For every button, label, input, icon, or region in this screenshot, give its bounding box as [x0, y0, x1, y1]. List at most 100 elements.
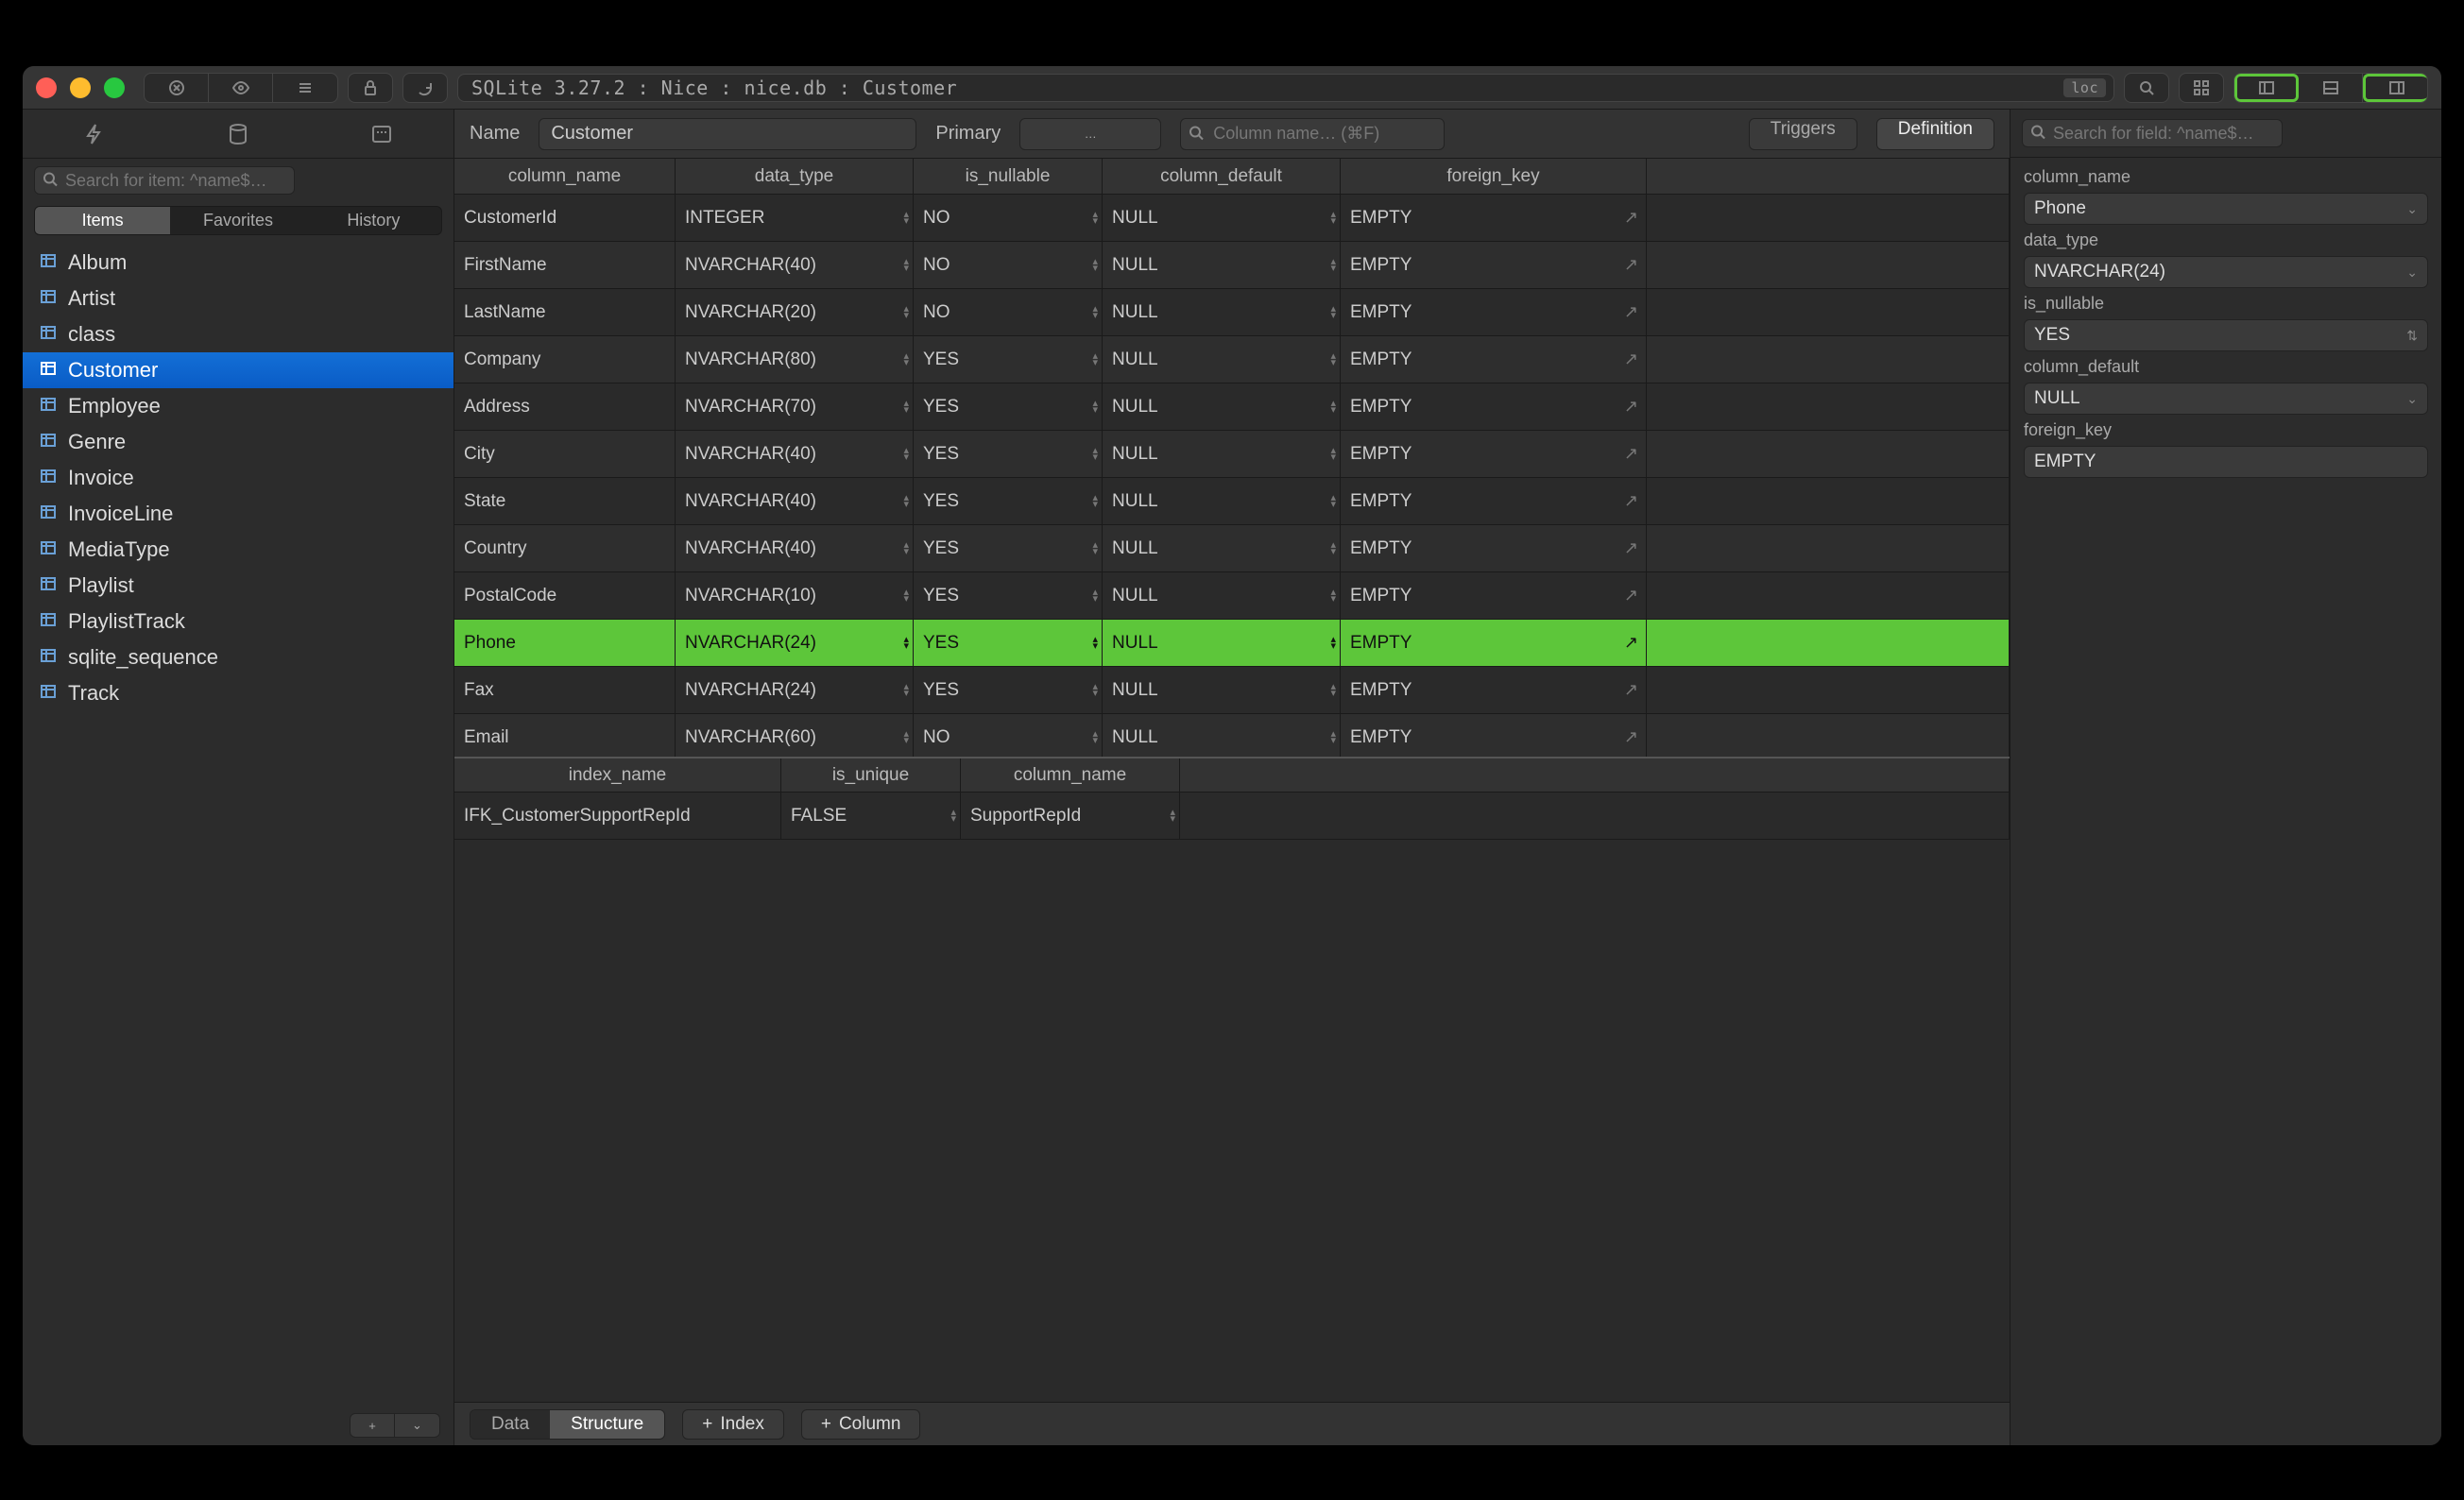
cell-is-nullable[interactable]: NO▴▾ — [914, 714, 1103, 757]
insp-field-column-name[interactable]: Phone⌄ — [2024, 193, 2428, 225]
stepper-icon[interactable]: ▴▾ — [903, 212, 909, 225]
cell-data-type[interactable]: NVARCHAR(40)▴▾ — [676, 525, 914, 571]
cell-is-nullable[interactable]: YES▴▾ — [914, 525, 1103, 571]
cell-data-type[interactable]: NVARCHAR(60)▴▾ — [676, 714, 914, 757]
stepper-icon[interactable]: ▴▾ — [1330, 542, 1336, 555]
zoom-window-button[interactable] — [104, 77, 125, 98]
structure-tab[interactable]: Structure — [550, 1410, 664, 1439]
header-is-nullable[interactable]: is_nullable — [914, 159, 1103, 194]
arrow-out-icon[interactable]: ↗ — [1624, 680, 1638, 700]
column-row[interactable]: StateNVARCHAR(40)▴▾YES▴▾NULL▴▾EMPTY↗ — [454, 478, 2010, 525]
tab-favorites[interactable]: Favorites — [170, 207, 305, 234]
stepper-icon[interactable]: ▴▾ — [903, 637, 909, 650]
cell-column-default[interactable]: NULL▴▾ — [1103, 384, 1341, 430]
column-row[interactable]: FaxNVARCHAR(24)▴▾YES▴▾NULL▴▾EMPTY↗ — [454, 667, 2010, 714]
cell-is-nullable[interactable]: YES▴▾ — [914, 336, 1103, 383]
cell-data-type[interactable]: INTEGER▴▾ — [676, 195, 914, 241]
cell-foreign-key[interactable]: EMPTY↗ — [1341, 478, 1647, 524]
arrow-out-icon[interactable]: ↗ — [1624, 397, 1638, 417]
sidebar-item[interactable]: Track — [23, 675, 453, 711]
cell-is-nullable[interactable]: YES▴▾ — [914, 667, 1103, 713]
stepper-icon[interactable]: ▴▾ — [1092, 353, 1098, 366]
cell-column-name[interactable]: Fax — [454, 667, 676, 713]
inspector-search-input[interactable] — [2022, 119, 2283, 147]
stepper-icon[interactable]: ▴▾ — [1330, 259, 1336, 272]
column-row[interactable]: CustomerIdINTEGER▴▾NO▴▾NULL▴▾EMPTY↗ — [454, 195, 2010, 242]
stepper-icon[interactable]: ▴▾ — [1092, 589, 1098, 603]
insp-field-is-nullable[interactable]: YES⇅ — [2024, 319, 2428, 351]
reload-button[interactable] — [402, 73, 448, 103]
activity-tab[interactable] — [76, 120, 113, 148]
stepper-icon[interactable]: ▴▾ — [903, 542, 909, 555]
stepper-icon[interactable]: ▴▾ — [1092, 401, 1098, 414]
cell-column-name[interactable]: Company — [454, 336, 676, 383]
search-button[interactable] — [2124, 73, 2169, 103]
database-tab[interactable] — [219, 120, 257, 148]
cell-is-nullable[interactable]: YES▴▾ — [914, 384, 1103, 430]
column-row[interactable]: CountryNVARCHAR(40)▴▾YES▴▾NULL▴▾EMPTY↗ — [454, 525, 2010, 572]
sidebar-item[interactable]: Genre — [23, 424, 453, 460]
header-column-name[interactable]: column_name — [454, 159, 676, 194]
header-foreign-key[interactable]: foreign_key — [1341, 159, 1647, 194]
minimize-window-button[interactable] — [70, 77, 91, 98]
sidebar-item[interactable]: Employee — [23, 388, 453, 424]
header-data-type[interactable]: data_type — [676, 159, 914, 194]
cell-column-name[interactable]: Phone — [454, 620, 676, 666]
stepper-icon[interactable]: ▴▾ — [1330, 353, 1336, 366]
cell-column-name[interactable]: Country — [454, 525, 676, 571]
stepper-icon[interactable]: ▴▾ — [1092, 495, 1098, 508]
insp-field-foreign-key[interactable]: EMPTY — [2024, 446, 2428, 478]
cell-column-default[interactable]: NULL▴▾ — [1103, 478, 1341, 524]
insp-field-data-type[interactable]: NVARCHAR(24)⌄ — [2024, 256, 2428, 288]
cell-data-type[interactable]: NVARCHAR(10)▴▾ — [676, 572, 914, 619]
cell-is-nullable[interactable]: YES▴▾ — [914, 620, 1103, 666]
column-row[interactable]: LastNameNVARCHAR(20)▴▾NO▴▾NULL▴▾EMPTY↗ — [454, 289, 2010, 336]
arrow-out-icon[interactable]: ↗ — [1624, 727, 1638, 747]
stepper-icon[interactable]: ▴▾ — [903, 495, 909, 508]
cell-is-nullable[interactable]: NO▴▾ — [914, 289, 1103, 335]
tab-items[interactable]: Items — [35, 207, 170, 234]
sidebar-item[interactable]: sqlite_sequence — [23, 639, 453, 675]
column-row[interactable]: PostalCodeNVARCHAR(10)▴▾YES▴▾NULL▴▾EMPTY… — [454, 572, 2010, 620]
cell-foreign-key[interactable]: EMPTY↗ — [1341, 242, 1647, 288]
sidebar-item[interactable]: MediaType — [23, 532, 453, 568]
sql-tab[interactable] — [363, 120, 401, 148]
column-row[interactable]: CompanyNVARCHAR(80)▴▾YES▴▾NULL▴▾EMPTY↗ — [454, 336, 2010, 384]
cell-is-nullable[interactable]: YES▴▾ — [914, 431, 1103, 477]
cell-data-type[interactable]: NVARCHAR(24)▴▾ — [676, 620, 914, 666]
sidebar-item[interactable]: Playlist — [23, 568, 453, 604]
cell-foreign-key[interactable]: EMPTY↗ — [1341, 667, 1647, 713]
table-name-input[interactable] — [539, 118, 916, 150]
stepper-icon[interactable]: ▴▾ — [950, 810, 956, 823]
header-column-default[interactable]: column_default — [1103, 159, 1341, 194]
stepper-icon[interactable]: ▴▾ — [1170, 810, 1175, 823]
stepper-icon[interactable]: ▴▾ — [1330, 589, 1336, 603]
column-row[interactable]: EmailNVARCHAR(60)▴▾NO▴▾NULL▴▾EMPTY↗ — [454, 714, 2010, 757]
cell-column-default[interactable]: NULL▴▾ — [1103, 242, 1341, 288]
cell-foreign-key[interactable]: EMPTY↗ — [1341, 289, 1647, 335]
header-is-unique[interactable]: is_unique — [781, 759, 961, 792]
stepper-icon[interactable]: ▴▾ — [1330, 401, 1336, 414]
cell-column-default[interactable]: NULL▴▾ — [1103, 620, 1341, 666]
cell-foreign-key[interactable]: EMPTY↗ — [1341, 714, 1647, 757]
cell-column-name[interactable]: City — [454, 431, 676, 477]
sidebar-item[interactable]: Customer — [23, 352, 453, 388]
stepper-icon[interactable]: ▴▾ — [1092, 448, 1098, 461]
cell-is-nullable[interactable]: NO▴▾ — [914, 195, 1103, 241]
cell-column-name[interactable]: Address — [454, 384, 676, 430]
arrow-out-icon[interactable]: ↗ — [1624, 208, 1638, 228]
stepper-icon[interactable]: ▴▾ — [903, 401, 909, 414]
stepper-icon[interactable]: ▴▾ — [1092, 306, 1098, 319]
cell-is-nullable[interactable]: YES▴▾ — [914, 478, 1103, 524]
cell-data-type[interactable]: NVARCHAR(40)▴▾ — [676, 431, 914, 477]
cell-is-nullable[interactable]: NO▴▾ — [914, 242, 1103, 288]
cell-data-type[interactable]: NVARCHAR(40)▴▾ — [676, 242, 914, 288]
cell-column-name[interactable]: State — [454, 478, 676, 524]
stepper-icon[interactable]: ▴▾ — [903, 684, 909, 697]
arrow-out-icon[interactable]: ↗ — [1624, 444, 1638, 464]
header-index-column[interactable]: column_name — [961, 759, 1180, 792]
cell-column-default[interactable]: NULL▴▾ — [1103, 431, 1341, 477]
cell-foreign-key[interactable]: EMPTY↗ — [1341, 336, 1647, 383]
cell-data-type[interactable]: NVARCHAR(24)▴▾ — [676, 667, 914, 713]
sidebar-item[interactable]: PlaylistTrack — [23, 604, 453, 639]
